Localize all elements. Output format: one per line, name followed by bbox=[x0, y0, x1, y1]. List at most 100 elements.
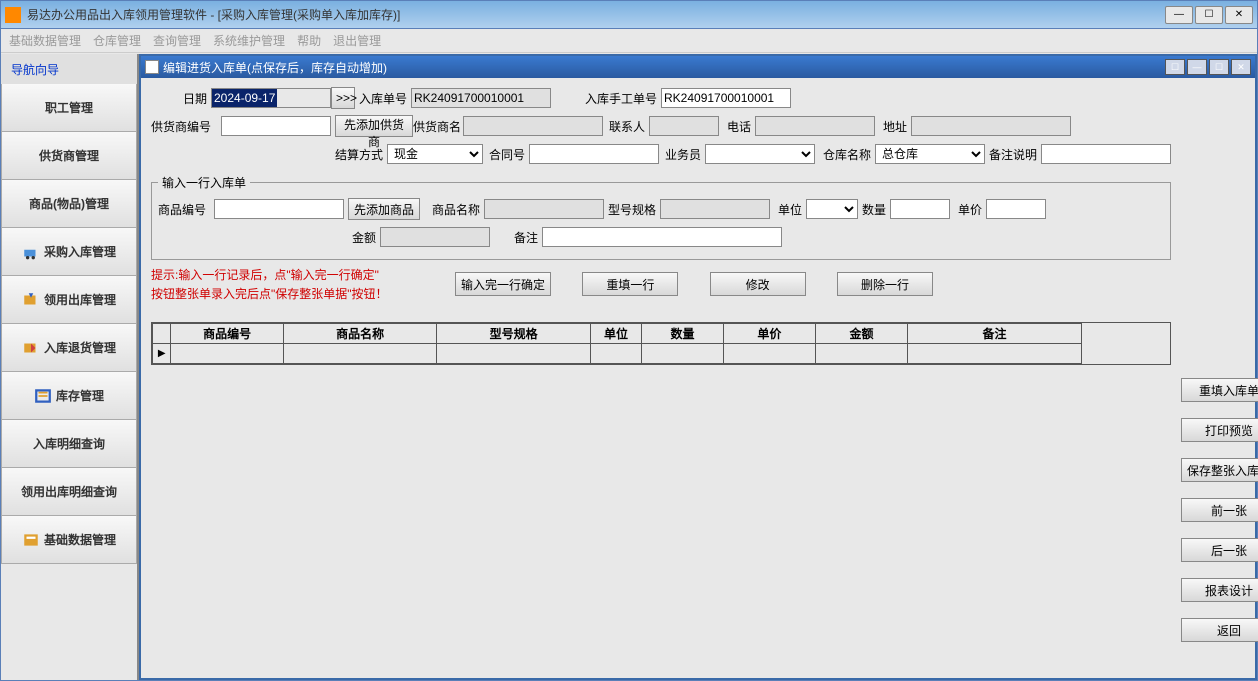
refill-order-button[interactable]: 重填入库单 bbox=[1181, 378, 1258, 402]
supplier-code-label: 供货商编号 bbox=[151, 118, 221, 135]
settle-select[interactable]: 现金 bbox=[387, 144, 483, 164]
note-label: 备注说明 bbox=[985, 146, 1041, 163]
delete-line-button[interactable]: 删除一行 bbox=[837, 272, 933, 296]
manual-no-field[interactable] bbox=[661, 88, 791, 108]
menubar: 基础数据管理 仓库管理 查询管理 系统维护管理 帮助 退出管理 bbox=[1, 29, 1257, 53]
inner-title: 编辑进货入库单(点保存后，库存自动增加) bbox=[163, 59, 387, 76]
spec-field bbox=[660, 199, 770, 219]
sidebar-item-base-data[interactable]: 基础数据管理 bbox=[1, 516, 137, 564]
next-order-button[interactable]: 后一张 bbox=[1181, 538, 1258, 562]
hint-text-2: 按钮整张单录入完后点"保存整张单据"按钮！ bbox=[151, 285, 441, 304]
table-row[interactable]: ▶ bbox=[153, 344, 1082, 364]
cart-icon bbox=[22, 243, 40, 261]
contact-field bbox=[649, 116, 719, 136]
supplier-name-label: 供货商名 bbox=[413, 118, 463, 135]
unit-label: 单位 bbox=[770, 201, 806, 218]
spec-label: 型号规格 bbox=[604, 201, 660, 218]
sidebar-item-purchase-in[interactable]: 采购入库管理 bbox=[1, 228, 137, 276]
price-label: 单价 bbox=[950, 201, 986, 218]
add-supplier-button[interactable]: 先添加供货商 bbox=[335, 115, 413, 137]
unit-select[interactable] bbox=[806, 199, 858, 219]
col-product-code[interactable]: 商品编号 bbox=[171, 324, 284, 344]
box-out-icon bbox=[22, 291, 40, 309]
modify-button[interactable]: 修改 bbox=[710, 272, 806, 296]
menu-item[interactable]: 系统维护管理 bbox=[213, 32, 285, 49]
sidebar-item-in-detail[interactable]: 入库明细查询 bbox=[1, 420, 137, 468]
col-remark[interactable]: 备注 bbox=[908, 324, 1082, 344]
grid-corner bbox=[153, 324, 171, 344]
salesman-select[interactable] bbox=[705, 144, 815, 164]
return-button[interactable]: 返回 bbox=[1181, 618, 1258, 642]
document-icon bbox=[145, 60, 159, 74]
save-order-button[interactable]: 保存整张入库单 bbox=[1181, 458, 1258, 482]
return-icon bbox=[22, 339, 40, 357]
qty-field[interactable] bbox=[890, 199, 950, 219]
report-design-button[interactable]: 报表设计 bbox=[1181, 578, 1258, 602]
inner-minimize-button[interactable]: — bbox=[1187, 59, 1207, 75]
amount-label: 金额 bbox=[158, 229, 380, 246]
hint-text-1: 提示:输入一行记录后，点"输入完一行确定" bbox=[151, 266, 441, 285]
col-amount[interactable]: 金额 bbox=[815, 324, 907, 344]
minimize-button[interactable]: — bbox=[1165, 6, 1193, 24]
mdi-area: 编辑进货入库单(点保存后，库存自动增加) ☐ — ☐ ✕ 日期 bbox=[139, 54, 1257, 680]
sidebar-item-stock[interactable]: 库存管理 bbox=[1, 372, 137, 420]
address-field bbox=[911, 116, 1071, 136]
warehouse-select[interactable]: 总仓库 bbox=[875, 144, 985, 164]
contract-label: 合同号 bbox=[483, 146, 529, 163]
menu-item[interactable]: 仓库管理 bbox=[93, 32, 141, 49]
price-field[interactable] bbox=[986, 199, 1046, 219]
print-preview-button[interactable]: 打印预览 bbox=[1181, 418, 1258, 442]
product-name-label: 商品名称 bbox=[420, 201, 484, 218]
close-button[interactable]: ✕ bbox=[1225, 6, 1253, 24]
app-title: 易达办公用品出入库领用管理软件 - [采购入库管理(采购单入库加库存)] bbox=[27, 6, 400, 23]
date-next-button[interactable]: >>> bbox=[331, 87, 355, 109]
data-grid[interactable]: 商品编号 商品名称 型号规格 单位 数量 单价 金额 备注 bbox=[151, 322, 1171, 365]
sidebar-header: 导航向导 bbox=[1, 54, 137, 84]
col-price[interactable]: 单价 bbox=[723, 324, 815, 344]
inner-restore-button[interactable]: ☐ bbox=[1165, 59, 1185, 75]
sidebar-item-receive-out[interactable]: 领用出库管理 bbox=[1, 276, 137, 324]
amount-field bbox=[380, 227, 490, 247]
refill-line-button[interactable]: 重填一行 bbox=[582, 272, 678, 296]
contract-field[interactable] bbox=[529, 144, 659, 164]
col-unit[interactable]: 单位 bbox=[590, 324, 641, 344]
app-window: 易达办公用品出入库领用管理软件 - [采购入库管理(采购单入库加库存)] — ☐… bbox=[0, 0, 1258, 681]
sidebar-item-out-detail[interactable]: 领用出库明细查询 bbox=[1, 468, 137, 516]
product-code-field[interactable] bbox=[214, 199, 344, 219]
sidebar-item-return[interactable]: 入库退货管理 bbox=[1, 324, 137, 372]
sidebar-item-employee[interactable]: 职工管理 bbox=[1, 84, 137, 132]
sidebar: 导航向导 职工管理 供货商管理 商品(物品)管理 采购入库管理 领用出库管理 入… bbox=[1, 54, 139, 680]
manual-no-label: 入库手工单号 bbox=[571, 90, 661, 107]
menu-item[interactable]: 查询管理 bbox=[153, 32, 201, 49]
sidebar-item-product[interactable]: 商品(物品)管理 bbox=[1, 180, 137, 228]
inner-maximize-button[interactable]: ☐ bbox=[1209, 59, 1229, 75]
col-product-name[interactable]: 商品名称 bbox=[283, 324, 436, 344]
row-indicator: ▶ bbox=[153, 344, 171, 364]
inner-close-button[interactable]: ✕ bbox=[1231, 59, 1251, 75]
menu-item[interactable]: 帮助 bbox=[297, 32, 321, 49]
phone-field bbox=[755, 116, 875, 136]
prev-order-button[interactable]: 前一张 bbox=[1181, 498, 1258, 522]
address-label: 地址 bbox=[875, 118, 911, 135]
col-qty[interactable]: 数量 bbox=[642, 324, 724, 344]
stock-icon bbox=[34, 387, 52, 405]
inner-window: 编辑进货入库单(点保存后，库存自动增加) ☐ — ☐ ✕ 日期 bbox=[139, 54, 1257, 680]
maximize-button[interactable]: ☐ bbox=[1195, 6, 1223, 24]
menu-item[interactable]: 基础数据管理 bbox=[9, 32, 81, 49]
supplier-name-field bbox=[463, 116, 603, 136]
menu-item[interactable]: 退出管理 bbox=[333, 32, 381, 49]
inner-titlebar: 编辑进货入库单(点保存后，库存自动增加) ☐ — ☐ ✕ bbox=[141, 56, 1255, 78]
data-icon bbox=[22, 531, 40, 549]
app-icon bbox=[5, 7, 21, 23]
line-remark-label: 备注 bbox=[490, 229, 542, 246]
form-area: 日期 2024-09-17 >>> 入库单号 入库手工单号 bbox=[141, 78, 1181, 678]
confirm-line-button[interactable]: 输入完一行确定 bbox=[455, 272, 551, 296]
supplier-code-field[interactable] bbox=[221, 116, 331, 136]
add-product-button[interactable]: 先添加商品 bbox=[348, 198, 420, 220]
sidebar-item-supplier[interactable]: 供货商管理 bbox=[1, 132, 137, 180]
in-no-label: 入库单号 bbox=[355, 90, 411, 107]
col-spec[interactable]: 型号规格 bbox=[437, 324, 590, 344]
note-field[interactable] bbox=[1041, 144, 1171, 164]
line-remark-field[interactable] bbox=[542, 227, 782, 247]
date-value[interactable]: 2024-09-17 bbox=[212, 89, 277, 107]
